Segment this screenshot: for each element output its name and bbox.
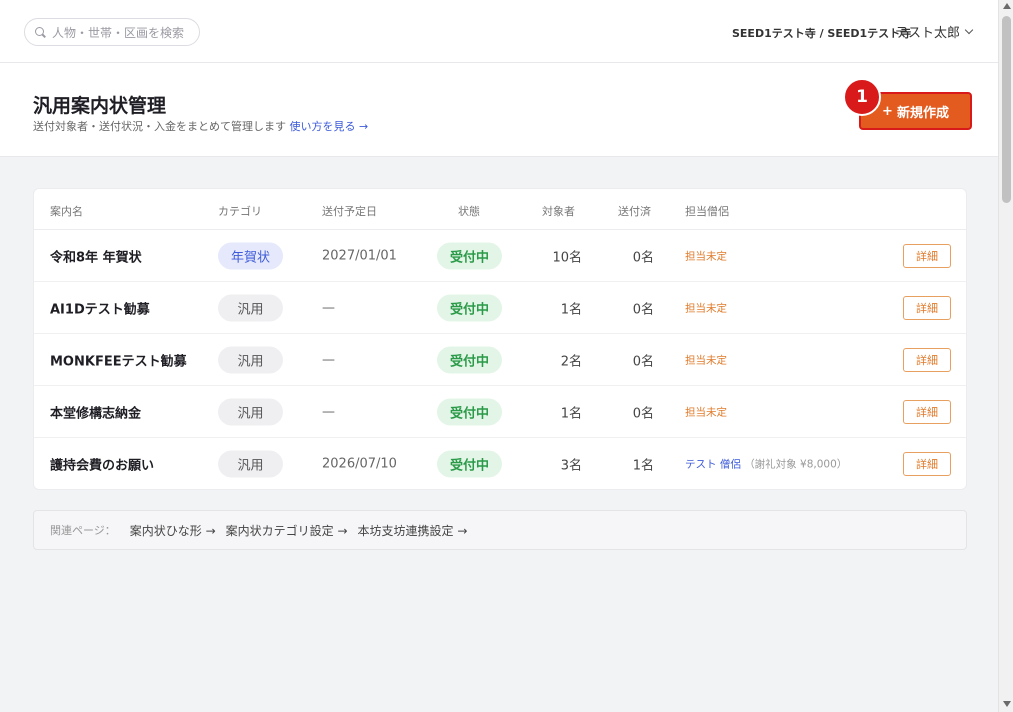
status-badge: 受付中	[437, 346, 502, 373]
column-header-name: 案内名	[50, 205, 83, 218]
guide-name: 護持会費のお願い	[50, 458, 155, 474]
status-badge: 受付中	[437, 242, 502, 269]
monk-assigned: テスト 僧侶 （謝礼対象 ¥8,000）	[685, 457, 847, 472]
table-row[interactable]: 護持会費のお願い 汎用 2026/07/10 受付中 3名 1名 テスト 僧侶 …	[34, 438, 966, 490]
sent-count: 0名	[632, 302, 654, 317]
temple-selector[interactable]: SEED1テスト寺 / SEED1テスト寺	[732, 25, 911, 41]
monk-fee-note: （謝礼対象 ¥8,000）	[744, 458, 848, 471]
plus-icon: +	[882, 103, 893, 119]
detail-button[interactable]: 詳細	[903, 243, 951, 268]
column-header-date: 送付予定日	[322, 205, 377, 218]
sent-count: 0名	[632, 354, 654, 369]
detail-button[interactable]: 詳細	[903, 295, 951, 320]
chevron-down-icon	[964, 25, 974, 34]
status-badge: 受付中	[437, 294, 502, 321]
status-badge: 受付中	[437, 398, 502, 425]
target-count: 10名	[552, 250, 582, 265]
send-date: —	[322, 352, 335, 367]
guide-table: 案内名 カテゴリ 送付予定日 状態 対象者 送付済 担当僧侶 令和8年 年賀状 …	[33, 188, 967, 490]
status-badge: 受付中	[437, 450, 502, 478]
monk-unassigned: 担当未定	[685, 354, 727, 366]
monk-unassigned: 担当未定	[685, 250, 727, 262]
monk-name[interactable]: テスト 僧侶	[685, 459, 741, 471]
send-date: —	[322, 300, 335, 315]
search-input[interactable]: 人物・世帯・区画を検索	[24, 18, 200, 46]
table-row[interactable]: 令和8年 年賀状 年賀状 2027/01/01 受付中 10名 0名 担当未定 …	[34, 230, 966, 282]
related-link-category[interactable]: 案内状カテゴリ設定 →	[226, 522, 348, 539]
column-header-monk: 担当僧侶	[685, 205, 729, 218]
table-row[interactable]: 本堂修構志納金 汎用 — 受付中 1名 0名 担当未定 詳細	[34, 386, 966, 438]
detail-button[interactable]: 詳細	[903, 399, 951, 424]
table-row[interactable]: AI1Dテスト勧募 汎用 — 受付中 1名 0名 担当未定 詳細	[34, 282, 966, 334]
detail-button[interactable]: 詳細	[903, 347, 951, 372]
help-link[interactable]: 使い方を見る →	[290, 120, 369, 133]
column-header-status: 状態	[458, 205, 480, 218]
sent-count: 0名	[632, 250, 654, 265]
table-header: 案内名 カテゴリ 送付予定日 状態 対象者 送付済 担当僧侶	[34, 189, 966, 230]
new-create-label: 新規作成	[896, 105, 949, 121]
table-row[interactable]: MONKFEEテスト勧募 汎用 — 受付中 2名 0名 担当未定 詳細	[34, 334, 966, 386]
search-placeholder: 人物・世帯・区画を検索	[52, 25, 185, 40]
column-header-targets: 対象者	[542, 205, 575, 218]
scroll-down-icon[interactable]	[1003, 701, 1011, 707]
monk-unassigned: 担当未定	[685, 302, 727, 314]
related-link-branch[interactable]: 本坊支坊連携設定 →	[358, 522, 468, 539]
sent-count: 0名	[632, 406, 654, 421]
page-title: 汎用案内状管理	[33, 95, 167, 117]
related-link-template[interactable]: 案内状ひな形 →	[130, 522, 216, 539]
send-date: 2027/01/01	[322, 248, 397, 263]
target-count: 3名	[560, 458, 582, 474]
top-bar: 人物・世帯・区画を検索 SEED1テスト寺 / SEED1テスト寺 テスト太郎	[0, 0, 998, 63]
related-pages: 関連ページ： 案内状ひな形 → 案内状カテゴリ設定 → 本坊支坊連携設定 →	[33, 510, 967, 550]
page-subtitle: 送付対象者・送付状況・入金をまとめて管理します 使い方を見る →	[33, 118, 368, 134]
guide-name: 令和8年 年賀状	[50, 250, 142, 265]
user-menu[interactable]: テスト太郎	[895, 22, 974, 41]
column-header-sent: 送付済	[618, 205, 651, 218]
annotation-badge: 1	[843, 78, 881, 116]
detail-button[interactable]: 詳細	[903, 452, 951, 476]
column-header-category: カテゴリ	[218, 205, 262, 218]
send-date: —	[322, 404, 335, 419]
related-label: 関連ページ：	[50, 524, 116, 537]
search-icon	[35, 26, 46, 38]
guide-name: AI1Dテスト勧募	[50, 302, 150, 317]
scroll-up-icon[interactable]	[1003, 3, 1011, 9]
sent-count: 1名	[632, 458, 654, 474]
target-count: 2名	[560, 354, 582, 369]
category-badge: 汎用	[218, 294, 283, 321]
vertical-scrollbar[interactable]	[998, 0, 1013, 712]
monk-unassigned: 担当未定	[685, 406, 727, 418]
user-name: テスト太郎	[895, 26, 961, 41]
target-count: 1名	[560, 406, 582, 421]
target-count: 1名	[560, 302, 582, 317]
subtitle-text: 送付対象者・送付状況・入金をまとめて管理します	[33, 120, 286, 133]
send-date: 2026/07/10	[322, 456, 397, 472]
category-badge: 年賀状	[218, 242, 283, 269]
guide-name: 本堂修構志納金	[50, 406, 142, 421]
guide-name: MONKFEEテスト勧募	[50, 354, 187, 369]
category-badge: 汎用	[218, 398, 283, 425]
scroll-thumb[interactable]	[1002, 16, 1011, 203]
category-badge: 汎用	[218, 346, 283, 373]
category-badge: 汎用	[218, 450, 283, 478]
